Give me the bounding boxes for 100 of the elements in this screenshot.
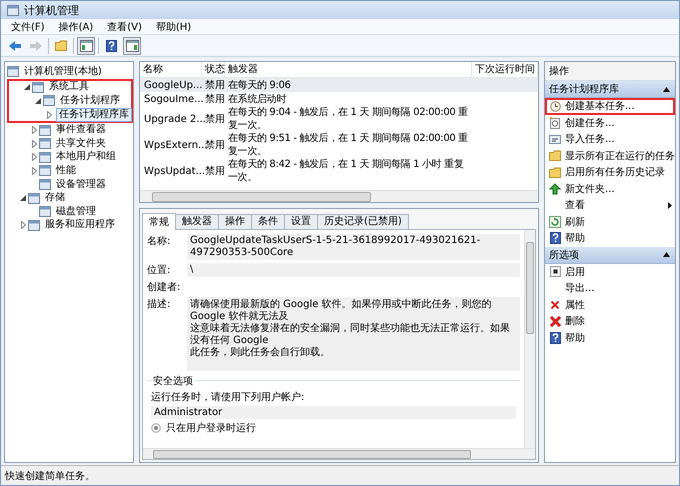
radio-label: 只在用户登录时运行 (166, 422, 256, 435)
action-item[interactable]: 启用 (545, 264, 675, 280)
tree-item[interactable]: 存储 (42, 191, 68, 206)
action-item[interactable]: 启用所有任务历史记录 (545, 164, 675, 180)
task-row[interactable]: WpsExtern...禁用 在每天的 9:51 - 触发后，在 1 天 期间每隔 02:00:00 重复一次。 (140, 132, 538, 158)
collapse-icon[interactable] (663, 252, 670, 257)
action-item[interactable]: 帮助 (545, 230, 675, 246)
action-item[interactable]: 创建任务... (545, 114, 675, 131)
section-title: 所选项 (549, 248, 579, 262)
tab[interactable]: 条件 (251, 214, 285, 229)
tab[interactable]: 触发器 (175, 214, 219, 229)
collapsed-arrow-icon[interactable] (32, 126, 36, 134)
folder-icon (549, 166, 561, 178)
section-header[interactable]: 任务计划程序库 (545, 81, 675, 98)
back-arrow-icon (8, 40, 22, 52)
window-icon (39, 206, 51, 218)
collapsed-arrow-icon[interactable] (20, 221, 26, 230)
collapsed-arrow-icon[interactable] (32, 140, 36, 148)
task-row[interactable]: WpsUpdat...禁用 在每天的 8:42 - 触发后，在 1 天 期间每隔 1 小时 重复一次。 (140, 158, 538, 184)
expanded-arrow-icon[interactable] (24, 84, 30, 90)
task-row[interactable]: SogouIme...禁用 在系统启动时 (140, 92, 538, 106)
column-header[interactable]: 名称 (140, 62, 202, 77)
collapsed-arrow-icon[interactable] (46, 110, 52, 119)
menu-item[interactable]: 查看(V) (101, 20, 148, 34)
status-text: 快速创建简单任务。 (5, 470, 95, 482)
section-header[interactable]: 所选项 (545, 246, 675, 264)
column-header[interactable]: 状态 (202, 62, 225, 77)
menu-item[interactable]: 文件(F) (5, 20, 51, 34)
task-row[interactable]: Upgrade 2...禁用 在每天的 9:04 - 触发后，在 1 天 期间每隔 02:00:00 重复一次。 (140, 106, 538, 132)
tree-item[interactable]: 共享文件夹 (53, 136, 109, 151)
tab[interactable]: 常规 (142, 213, 176, 230)
field-label: 位置: (147, 264, 172, 277)
table-cell-text: 在每天的 9:04 - 触发后，在 1 天 期间每隔 02:00:00 重复一次。 (227, 106, 469, 132)
menu-item[interactable]: 帮助(H) (150, 20, 198, 34)
tab[interactable]: 设置 (284, 214, 318, 229)
tree-item[interactable]: 事件查看器 (53, 123, 109, 138)
cross-icon (550, 300, 560, 310)
menu-item[interactable]: 操作(A) (52, 20, 100, 34)
action-item[interactable]: 查看 (545, 197, 675, 214)
tree-item[interactable]: 任务计划程序库 (56, 108, 132, 122)
task-page-icon (549, 116, 561, 129)
window-icon (39, 165, 51, 176)
action-item[interactable]: 显示所有正在运行的任务 (545, 148, 675, 164)
radio-button[interactable] (151, 423, 161, 433)
horizontal-scrollbar[interactable] (140, 190, 538, 202)
tree-item[interactable]: 设备管理器 (53, 178, 109, 192)
window-title: 计算机管理 (24, 2, 79, 18)
table-cell-text: 在每天的 8:42 - 触发后，在 1 天 期间每隔 1 小时 重复一次。 (227, 158, 464, 184)
help-icon (106, 40, 116, 52)
name-field[interactable]: GoogleUpdateTaskUserS-1-5-21-3618992017-493021621-497290353-500Core (187, 234, 520, 260)
window-icon (28, 192, 40, 204)
window-icon (28, 220, 40, 231)
tree-item[interactable]: 任务计划程序 (57, 94, 123, 108)
table-cell-text: 在每天的 9:51 - 触发后，在 1 天 期间每隔 02:00:00 重复一次。 (227, 132, 469, 158)
field-label: 创建者: (147, 280, 182, 294)
refresh-icon (549, 216, 561, 228)
tree-item[interactable]: 服务和应用程序 (42, 218, 118, 232)
expanded-arrow-icon[interactable] (35, 98, 41, 104)
collapse-icon[interactable] (663, 86, 670, 92)
action-item[interactable]: 刷新 (545, 214, 675, 230)
collapsed-arrow-icon[interactable] (32, 166, 36, 175)
vertical-scrollbar[interactable] (524, 230, 535, 448)
action-item[interactable]: 属性 (545, 296, 675, 313)
cross-icon (548, 314, 562, 328)
action-item[interactable]: 帮助 (545, 330, 675, 346)
tree-item[interactable]: 计算机管理(本地) (21, 64, 105, 79)
column-header[interactable]: 下次运行时间 (472, 62, 538, 77)
table-cell-text: 禁用 (204, 78, 225, 92)
folder-icon (55, 40, 67, 51)
task-row[interactable]: GoogleUp... 禁用 在每天的 9:06 (140, 78, 538, 92)
tab[interactable]: 操作 (218, 214, 252, 229)
window-icon (43, 95, 55, 106)
action-item[interactable]: 导出... (545, 280, 675, 296)
window-icon (39, 179, 51, 190)
action-item[interactable]: 创建基本任务... (545, 98, 675, 114)
window-icon (39, 138, 51, 150)
action-item[interactable]: 新文件夹... (545, 180, 675, 197)
column-header[interactable]: 触发器 (225, 62, 472, 77)
table-cell: WpsUpdat... (144, 166, 206, 176)
window-icon (32, 82, 44, 93)
action-item[interactable]: 导入任务... (545, 131, 675, 148)
window-icon (39, 124, 51, 136)
section-title: 任务计划程序库 (549, 82, 619, 96)
console-tree-toggle[interactable] (77, 36, 95, 54)
expanded-arrow-icon[interactable] (20, 195, 26, 202)
tree-item[interactable]: 磁盘管理 (53, 204, 99, 219)
forward-arrow-icon (29, 40, 43, 52)
horizontal-scrollbar[interactable] (143, 448, 535, 459)
panel-icon (80, 40, 92, 52)
action-pane-toggle[interactable] (123, 36, 141, 54)
action-item[interactable]: 删除 (545, 313, 675, 330)
tree-item[interactable]: 性能 (53, 164, 79, 178)
location-field[interactable]: \ (187, 263, 520, 277)
table-cell-text: 在每天的 9:06 (227, 78, 292, 92)
tab[interactable]: 历史记录(已禁用) (317, 214, 409, 229)
tree-item[interactable]: 系统工具 (46, 80, 92, 94)
account-field[interactable]: Administrator (151, 406, 516, 419)
tree-item[interactable]: 本地用户和组 (53, 150, 119, 164)
description-field[interactable]: 请确保使用最新版的 Google 软件。如果停用或中断此任务，则您的 Google 软件就无法及 这意味着无法修复潜在的安全漏洞，同时某些功能也无法正常运行。如果没有任何 Google 此任务，则此任务会自行卸载。 (187, 297, 520, 371)
collapsed-arrow-icon[interactable] (32, 153, 36, 162)
